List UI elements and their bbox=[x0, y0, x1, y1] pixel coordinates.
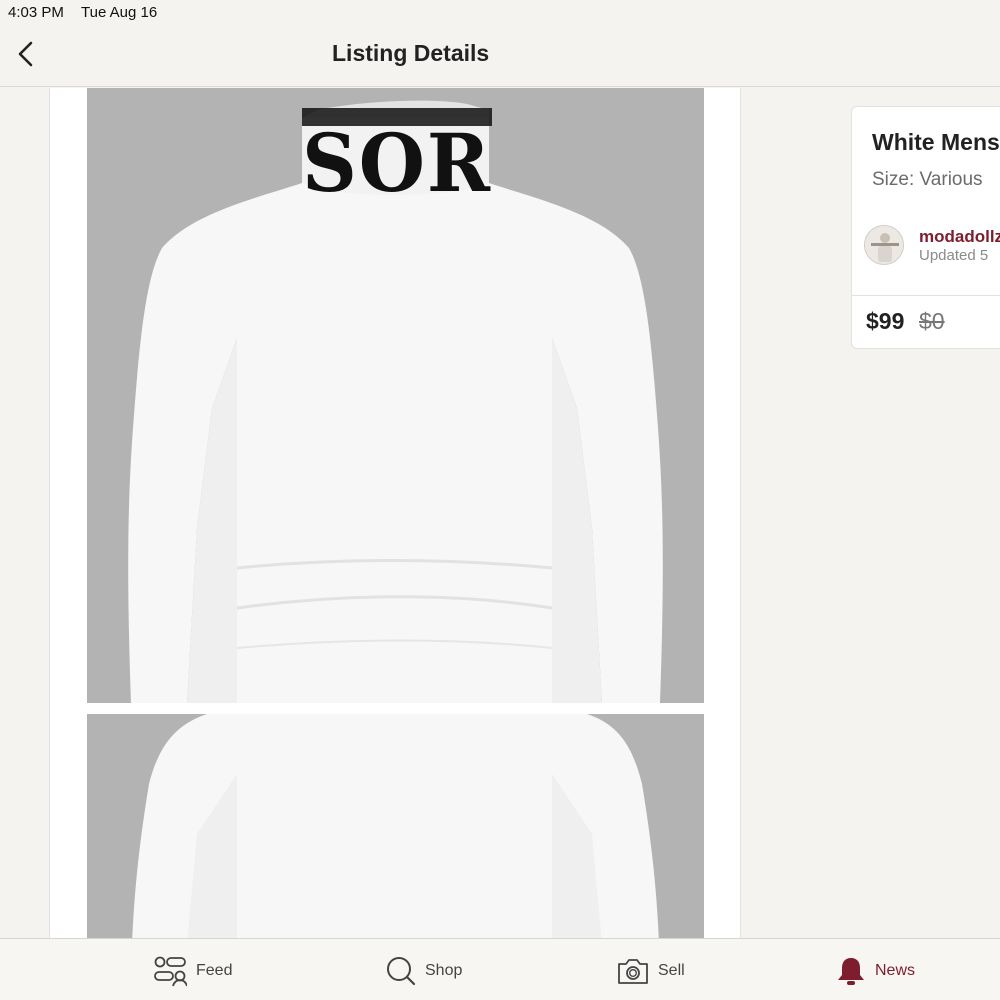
card-divider bbox=[852, 295, 1000, 296]
size-label: Size: bbox=[872, 169, 915, 190]
listing-size: Size: Various bbox=[872, 169, 983, 191]
status-date: Tue Aug 16 bbox=[81, 4, 158, 21]
original-price: $0 bbox=[919, 308, 945, 334]
tab-bar: Feed Shop Sell News bbox=[0, 938, 1000, 1000]
tab-shop-label: Shop bbox=[425, 962, 463, 979]
tab-feed-label: Feed bbox=[196, 962, 233, 979]
sweater-image: SOR bbox=[87, 88, 704, 703]
tab-news[interactable]: News bbox=[836, 953, 915, 989]
seller-row[interactable]: modadollz Updated 5 bbox=[864, 225, 1000, 267]
listing-title: White Mens bbox=[872, 129, 1000, 155]
photo-gallery[interactable]: SOR bbox=[49, 88, 741, 938]
tab-sell-label: Sell bbox=[658, 962, 685, 979]
status-bar: 4:03 PM Tue Aug 16 bbox=[0, 0, 1000, 26]
size-value: Various bbox=[919, 169, 983, 190]
camera-icon bbox=[618, 959, 648, 984]
status-time: 4:03 PM bbox=[8, 4, 64, 21]
tab-feed[interactable]: Feed bbox=[153, 953, 232, 989]
bell-icon bbox=[838, 958, 864, 985]
listing-photo-2[interactable] bbox=[87, 714, 704, 938]
listing-price: $99 bbox=[866, 308, 905, 334]
listing-card: White Mens Size: Various modadollz Updat… bbox=[851, 106, 1000, 349]
seller-updated: Updated 5 bbox=[919, 247, 989, 264]
sweater-image-2 bbox=[87, 714, 704, 938]
avatar-image bbox=[865, 226, 903, 264]
avatar[interactable] bbox=[864, 225, 904, 265]
tab-shop[interactable]: Shop bbox=[386, 953, 462, 989]
tab-news-label: News bbox=[875, 962, 916, 979]
page-title: Listing Details bbox=[332, 40, 490, 66]
feed-icon bbox=[154, 956, 187, 987]
tab-sell[interactable]: Sell bbox=[617, 953, 685, 989]
collar-text: SOR bbox=[302, 116, 492, 210]
search-icon bbox=[387, 957, 416, 986]
nav-header: Listing Details bbox=[0, 26, 1000, 87]
listing-photo-1[interactable]: SOR bbox=[87, 88, 704, 703]
seller-name[interactable]: modadollz bbox=[919, 227, 1000, 247]
